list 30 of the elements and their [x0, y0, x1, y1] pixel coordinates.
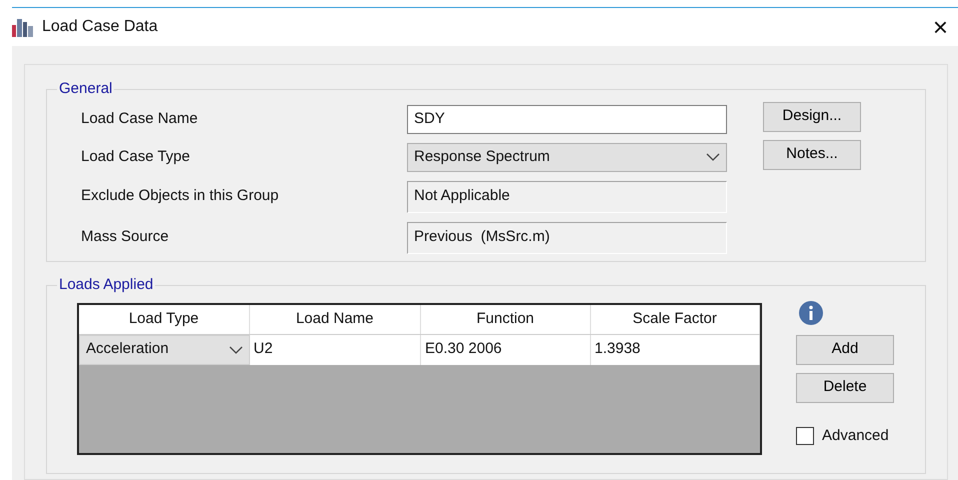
group-title: Loads Applied: [58, 275, 154, 295]
field-label: Exclude Objects in this Group: [80, 186, 280, 206]
table-cell[interactable]: U2: [250, 334, 422, 364]
column-header: Load Name: [250, 304, 421, 334]
field-label: Load Case Type: [80, 146, 191, 167]
readonly-field: Not Applicable: [407, 180, 727, 212]
column-header: Load Type: [79, 304, 250, 334]
dialog-button[interactable]: Notes...: [763, 140, 861, 170]
dropdown[interactable]: Response Spectrum: [407, 142, 727, 172]
field-label: Mass Source: [80, 227, 170, 248]
dialog-button[interactable]: Design...: [763, 102, 861, 132]
dialog-button[interactable]: Delete: [796, 372, 894, 402]
app-icon: [12, 17, 34, 37]
checkbox[interactable]: [796, 426, 814, 445]
column-header: Scale Factor: [590, 304, 760, 334]
group-title: General: [58, 79, 114, 99]
table-cell[interactable]: E0.30 2006: [421, 334, 591, 364]
checkbox-label: Advanced: [822, 426, 889, 446]
readonly-field: Previous (MsSrc.m): [407, 222, 727, 254]
dropdown-cell[interactable]: Acceleration: [79, 334, 250, 364]
chevron-down-icon: [228, 346, 243, 354]
info-icon: [798, 300, 824, 326]
window-title: Load Case Data: [42, 17, 158, 37]
table-cell[interactable]: 1.3938: [590, 334, 760, 364]
chevron-down-icon: [706, 153, 720, 161]
column-header: Function: [421, 304, 590, 334]
close-button[interactable]: ×: [928, 14, 952, 40]
input-field[interactable]: SDY: [407, 104, 727, 134]
field-label: Load Case Name: [80, 108, 199, 129]
dialog-button[interactable]: Add: [796, 334, 894, 364]
